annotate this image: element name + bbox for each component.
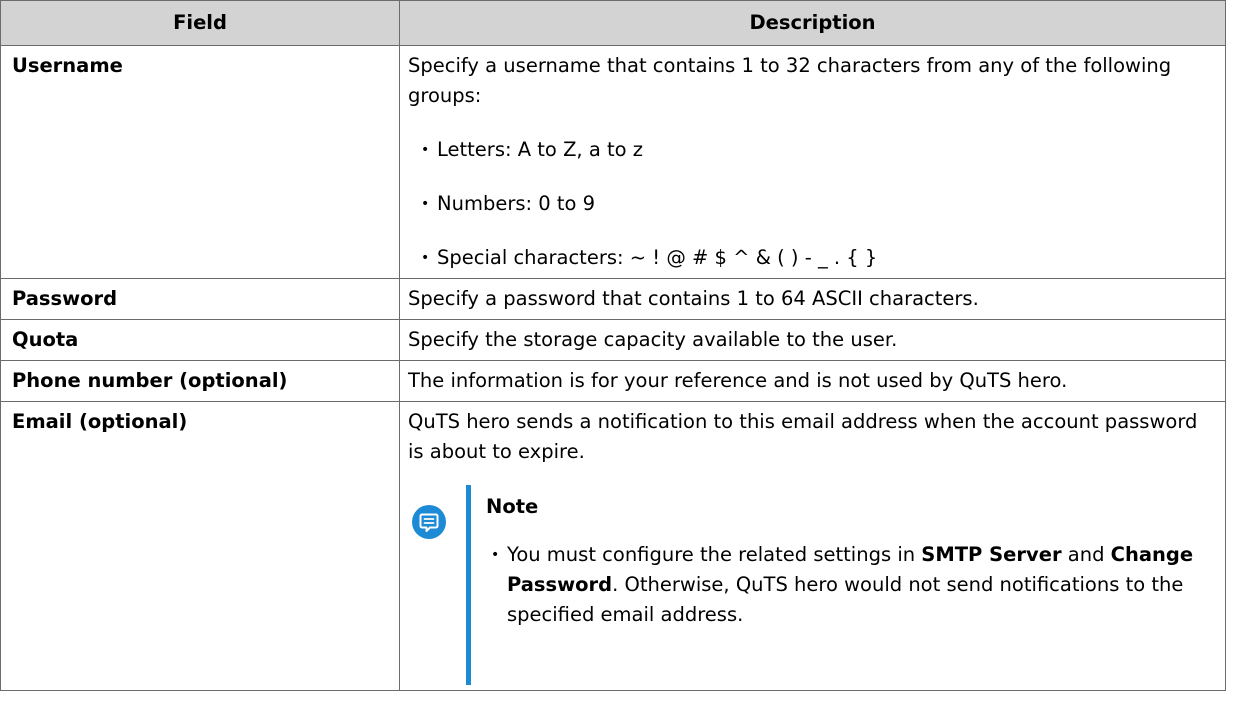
- field-quota: Quota: [0, 319, 400, 361]
- list-item: Special characters: ~ ! @ # $ ^ & ( ) - …: [408, 243, 1219, 273]
- note-list: You must configure the related settings …: [486, 540, 1219, 630]
- header-field: Field: [0, 0, 400, 46]
- table-row: Phone number (optional) The information …: [0, 360, 1226, 402]
- note-box: Note You must configure the related sett…: [408, 485, 1219, 685]
- note-body: Note You must configure the related sett…: [486, 492, 1219, 630]
- table-row: Username Specify a username that contain…: [0, 45, 1226, 279]
- description-username: Specify a username that contains 1 to 32…: [399, 45, 1226, 279]
- smtp-server-term: SMTP Server: [921, 543, 1062, 566]
- note-list-item: You must configure the related settings …: [486, 540, 1219, 630]
- note-text: You must configure the related settings …: [507, 543, 922, 566]
- note-accent-bar: [466, 485, 471, 685]
- field-password: Password: [0, 278, 400, 320]
- description-text: QuTS hero sends a notification to this e…: [408, 410, 1198, 463]
- character-groups-list: Letters: A to Z, a to z Numbers: 0 to 9 …: [408, 135, 1219, 273]
- field-phone-number: Phone number (optional): [0, 360, 400, 402]
- note-icon: [412, 505, 446, 539]
- table-row: Quota Specify the storage capacity avail…: [0, 319, 1226, 361]
- description-text: Specify a username that contains 1 to 32…: [408, 54, 1172, 107]
- table-header-row: Field Description: [0, 0, 1226, 46]
- description-phone-number: The information is for your reference an…: [399, 360, 1226, 402]
- table-row: Email (optional) QuTS hero sends a notif…: [0, 401, 1226, 691]
- fields-table: Field Description Username Specify a use…: [0, 0, 1226, 691]
- list-item: Letters: A to Z, a to z: [408, 135, 1219, 165]
- field-email: Email (optional): [0, 401, 400, 691]
- description-password: Specify a password that contains 1 to 64…: [399, 278, 1226, 320]
- list-item: Numbers: 0 to 9: [408, 189, 1219, 219]
- note-title: Note: [486, 495, 539, 518]
- note-text: and: [1061, 543, 1111, 566]
- field-username: Username: [0, 45, 400, 279]
- table-row: Password Specify a password that contain…: [0, 278, 1226, 320]
- note-icon-glyph: [419, 513, 439, 532]
- header-description: Description: [399, 0, 1226, 46]
- description-email: QuTS hero sends a notification to this e…: [399, 401, 1226, 691]
- description-quota: Specify the storage capacity available t…: [399, 319, 1226, 361]
